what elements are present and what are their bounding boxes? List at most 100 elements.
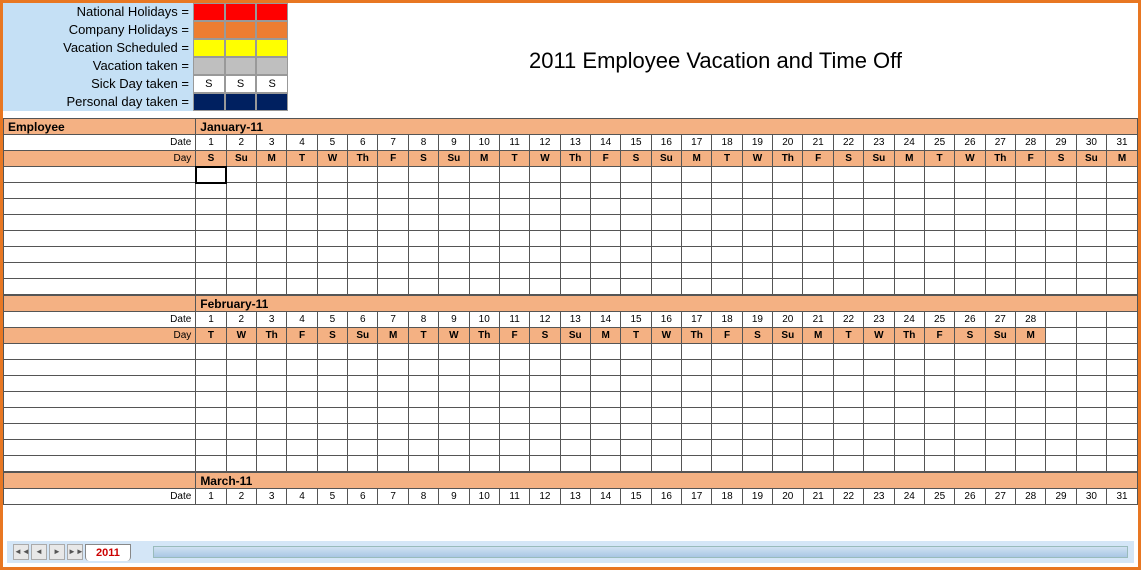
date-cell[interactable]: 20 (773, 312, 803, 328)
date-cell[interactable]: 20 (773, 135, 803, 151)
grid-cell[interactable] (742, 456, 772, 472)
grid-cell[interactable] (590, 247, 620, 263)
grid-cell[interactable] (560, 408, 590, 424)
grid-cell[interactable] (257, 263, 287, 279)
grid-cell[interactable] (955, 183, 985, 199)
date-cell[interactable]: 6 (348, 489, 378, 505)
grid-cell[interactable] (317, 376, 347, 392)
dow-cell[interactable]: W (742, 151, 772, 167)
grid-cell[interactable] (499, 360, 529, 376)
grid-cell[interactable] (469, 376, 499, 392)
grid-cell[interactable] (287, 424, 317, 440)
date-cell[interactable]: 21 (803, 489, 833, 505)
grid-cell[interactable] (499, 231, 529, 247)
grid-cell[interactable] (773, 247, 803, 263)
date-cell[interactable]: 30 (1076, 135, 1106, 151)
grid-cell[interactable] (833, 440, 863, 456)
grid-cell[interactable] (560, 360, 590, 376)
date-cell[interactable] (1107, 312, 1138, 328)
date-cell[interactable]: 25 (924, 135, 954, 151)
date-cell[interactable]: 2 (226, 489, 256, 505)
date-cell[interactable]: 1 (196, 312, 226, 328)
sheet-tab[interactable]: 2011 (85, 544, 131, 561)
grid-cell[interactable] (408, 376, 438, 392)
grid-cell[interactable] (560, 199, 590, 215)
grid-cell[interactable] (317, 215, 347, 231)
grid-cell[interactable] (1046, 456, 1076, 472)
grid-cell[interactable] (833, 247, 863, 263)
date-cell[interactable]: 2 (226, 135, 256, 151)
grid-cell[interactable] (742, 167, 772, 183)
grid-cell[interactable] (226, 167, 256, 183)
grid-cell[interactable] (1046, 392, 1076, 408)
date-cell[interactable]: 4 (287, 135, 317, 151)
grid-cell[interactable] (773, 440, 803, 456)
date-cell[interactable]: 16 (651, 489, 681, 505)
grid-cell[interactable] (226, 215, 256, 231)
grid-cell[interactable] (621, 215, 651, 231)
grid-cell[interactable] (317, 392, 347, 408)
grid-cell[interactable] (803, 199, 833, 215)
grid-cell[interactable] (833, 199, 863, 215)
grid-cell[interactable] (226, 199, 256, 215)
date-cell[interactable]: 14 (590, 489, 620, 505)
grid-cell[interactable] (773, 263, 803, 279)
grid-cell[interactable] (226, 344, 256, 360)
dow-cell[interactable]: W (226, 328, 256, 344)
date-cell[interactable]: 9 (439, 135, 469, 151)
date-cell[interactable]: 27 (985, 135, 1015, 151)
grid-cell[interactable] (408, 167, 438, 183)
grid-cell[interactable] (1107, 408, 1138, 424)
grid-cell[interactable] (803, 360, 833, 376)
grid-cell[interactable] (833, 392, 863, 408)
grid-cell[interactable] (651, 183, 681, 199)
employee-cell[interactable] (4, 440, 196, 456)
grid-cell[interactable] (864, 215, 894, 231)
grid-cell[interactable] (833, 344, 863, 360)
grid-cell[interactable] (803, 263, 833, 279)
grid-cell[interactable] (499, 408, 529, 424)
employee-cell[interactable] (4, 199, 196, 215)
grid-cell[interactable] (590, 263, 620, 279)
grid-cell[interactable] (287, 263, 317, 279)
grid-cell[interactable] (1076, 263, 1106, 279)
date-cell[interactable]: 31 (1107, 135, 1138, 151)
grid-cell[interactable] (469, 263, 499, 279)
grid-cell[interactable] (864, 231, 894, 247)
grid-cell[interactable] (378, 424, 408, 440)
grid-cell[interactable] (621, 199, 651, 215)
grid-cell[interactable] (621, 231, 651, 247)
grid-cell[interactable] (439, 392, 469, 408)
date-cell[interactable]: 22 (833, 489, 863, 505)
grid-cell[interactable] (439, 231, 469, 247)
grid-cell[interactable] (530, 199, 560, 215)
dow-cell[interactable]: T (833, 328, 863, 344)
grid-cell[interactable] (985, 456, 1015, 472)
grid-cell[interactable] (257, 344, 287, 360)
grid-cell[interactable] (590, 231, 620, 247)
grid-cell[interactable] (803, 344, 833, 360)
grid-cell[interactable] (530, 376, 560, 392)
grid-cell[interactable] (712, 360, 742, 376)
grid-cell[interactable] (955, 376, 985, 392)
grid-cell[interactable] (196, 199, 226, 215)
grid-cell[interactable] (317, 247, 347, 263)
grid-cell[interactable] (196, 360, 226, 376)
grid-cell[interactable] (651, 408, 681, 424)
grid-cell[interactable] (439, 183, 469, 199)
grid-cell[interactable] (590, 360, 620, 376)
grid-cell[interactable] (712, 376, 742, 392)
grid-cell[interactable] (1076, 279, 1106, 295)
date-cell[interactable]: 5 (317, 312, 347, 328)
grid-cell[interactable] (1107, 183, 1138, 199)
grid-cell[interactable] (894, 376, 924, 392)
grid-cell[interactable] (833, 183, 863, 199)
grid-cell[interactable] (560, 183, 590, 199)
grid-cell[interactable] (530, 183, 560, 199)
dow-cell[interactable]: M (257, 151, 287, 167)
grid-cell[interactable] (955, 456, 985, 472)
dow-cell[interactable]: T (287, 151, 317, 167)
grid-cell[interactable] (1016, 344, 1046, 360)
grid-cell[interactable] (833, 376, 863, 392)
grid-cell[interactable] (378, 215, 408, 231)
